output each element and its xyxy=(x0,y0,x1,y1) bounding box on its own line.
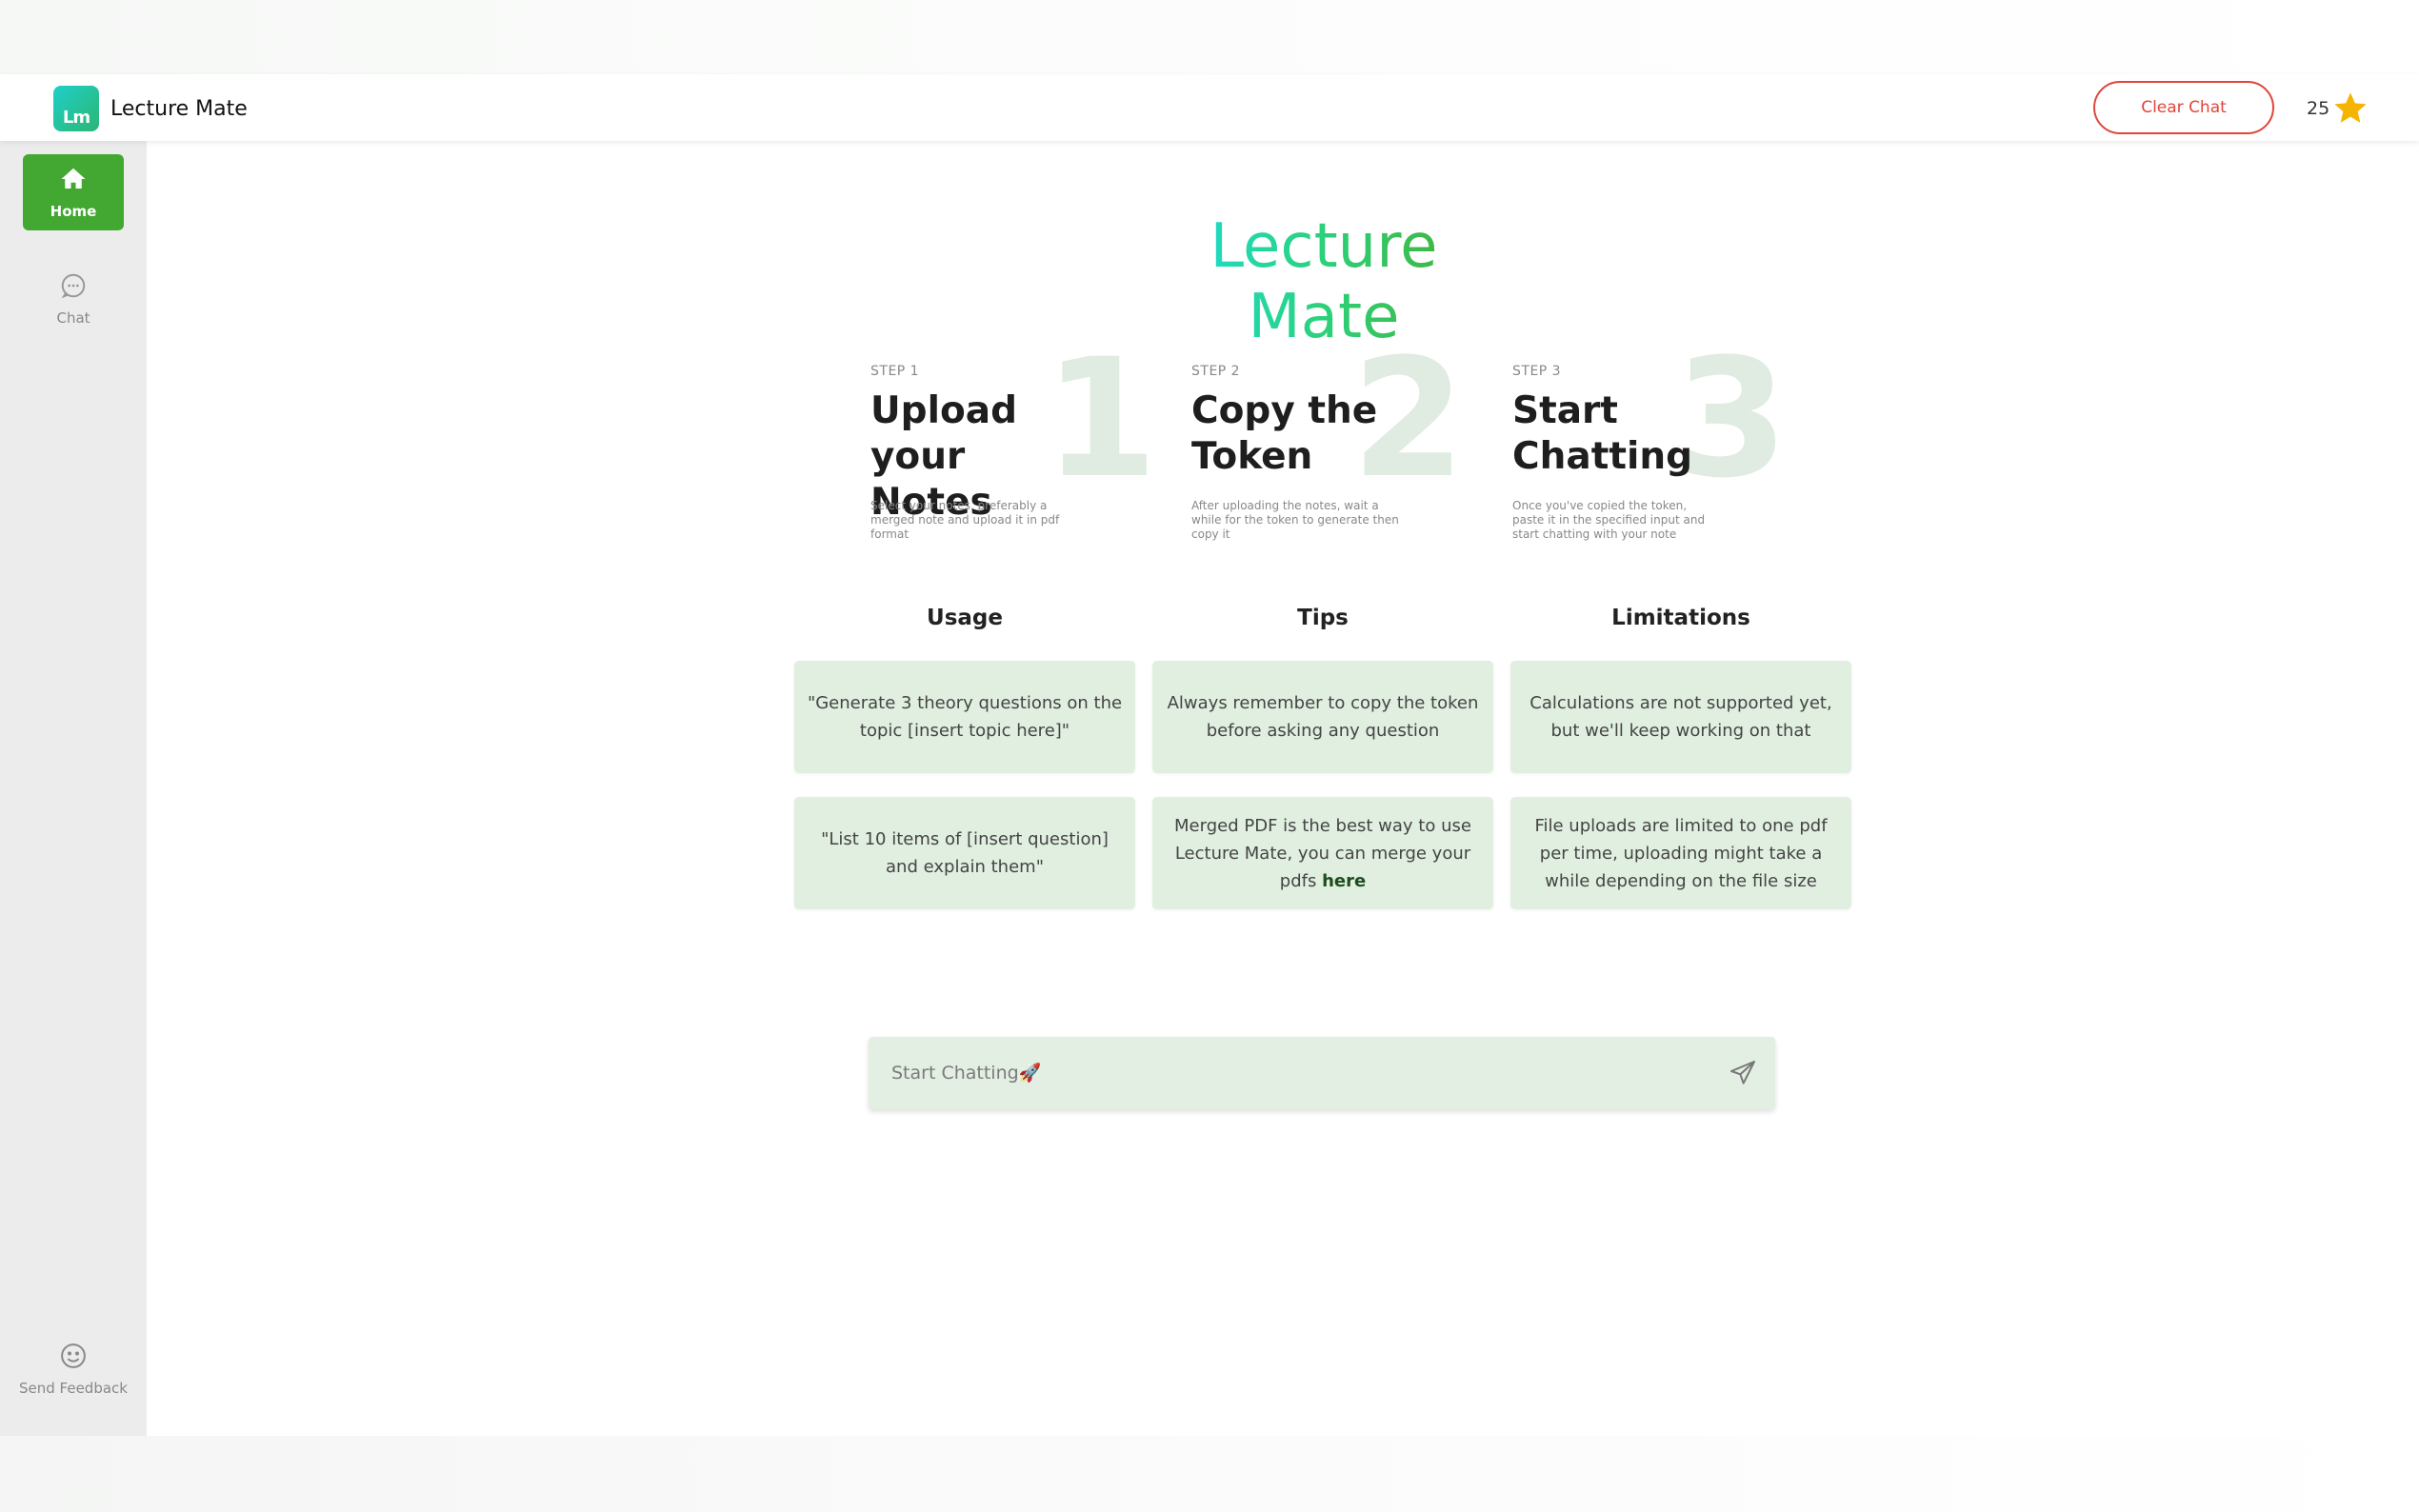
tips-card: Merged PDF is the best way to use Lectur… xyxy=(1152,797,1493,909)
step-label: STEP 2 xyxy=(1191,364,1241,379)
chat-input-bar xyxy=(869,1037,1775,1109)
home-icon xyxy=(61,168,86,189)
usage-card: "List 10 items of [insert question] and … xyxy=(794,797,1135,909)
app-header: Lm Lecture Mate Clear Chat 25 xyxy=(0,74,2419,141)
clear-chat-button[interactable]: Clear Chat xyxy=(2093,81,2274,134)
brand[interactable]: Lm Lecture Mate xyxy=(53,86,248,131)
card-text: File uploads are limited to one pdf per … xyxy=(1534,815,1828,891)
smiley-icon xyxy=(61,1343,86,1368)
step-label: STEP 3 xyxy=(1512,364,1562,379)
sidebar-item-send-feedback[interactable]: Send Feedback xyxy=(10,1331,137,1407)
limitations-card: File uploads are limited to one pdf per … xyxy=(1510,797,1851,909)
app-name: Lecture Mate xyxy=(110,96,248,121)
top-blank-area xyxy=(0,0,2419,74)
sidebar-item-home[interactable]: Home xyxy=(23,154,124,230)
step-title: Copy the Token xyxy=(1191,389,1378,478)
step-1: 1 STEP 1 Upload your Notes Select your n… xyxy=(870,337,1185,550)
card-text-wrap: Merged PDF is the best way to use Lectur… xyxy=(1164,812,1482,895)
credits-display: 25 xyxy=(2307,90,2369,128)
limitations-card: Calculations are not supported yet, but … xyxy=(1510,661,1851,773)
sidebar-item-chat[interactable]: Chat xyxy=(23,261,124,337)
app-logo: Lm xyxy=(53,86,99,131)
step-label: STEP 1 xyxy=(870,364,920,379)
card-text: "Generate 3 theory questions on the topi… xyxy=(807,693,1123,741)
tips-heading: Tips xyxy=(1297,606,1349,630)
credits-count: 25 xyxy=(2307,98,2330,119)
step-3: 3 STEP 3 Start Chatting Once you've copi… xyxy=(1512,337,1827,550)
merge-pdf-link[interactable]: here xyxy=(1322,871,1366,891)
sidebar: Home Chat Send Feedback xyxy=(0,141,147,1436)
bottom-blank-area xyxy=(0,1436,2419,1512)
card-text: "List 10 items of [insert question] and … xyxy=(821,829,1109,877)
step-description: After uploading the notes, wait a while … xyxy=(1191,499,1399,541)
star-icon xyxy=(2334,92,2367,123)
step-description: Select your notes, preferably a merged n… xyxy=(870,499,1060,541)
limitations-heading: Limitations xyxy=(1611,606,1750,630)
sidebar-item-label: Send Feedback xyxy=(19,1380,128,1397)
step-description: Once you've copied the token, paste it i… xyxy=(1512,499,1706,541)
chat-bubble-icon xyxy=(61,273,86,299)
sidebar-item-label: Home xyxy=(50,203,97,220)
step-2: 2 STEP 2 Copy the Token After uploading … xyxy=(1191,337,1506,550)
usage-card: "Generate 3 theory questions on the topi… xyxy=(794,661,1135,773)
send-icon[interactable] xyxy=(1728,1058,1758,1088)
card-text: Always remember to copy the token before… xyxy=(1167,693,1479,741)
usage-heading: Usage xyxy=(927,606,1003,630)
card-text: Calculations are not supported yet, but … xyxy=(1529,693,1832,741)
sidebar-item-label: Chat xyxy=(56,309,90,327)
step-title: Start Chatting xyxy=(1512,389,1693,478)
chat-input[interactable] xyxy=(869,1037,1707,1109)
tips-card: Always remember to copy the token before… xyxy=(1152,661,1493,773)
logo-text: Lm xyxy=(62,108,90,128)
